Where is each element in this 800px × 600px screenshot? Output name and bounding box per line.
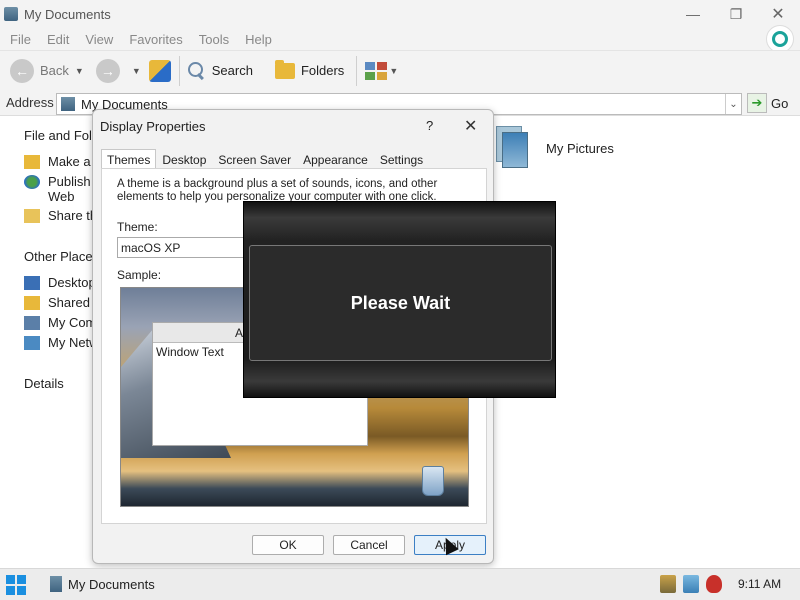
- place-my-network[interactable]: My Netw: [24, 335, 99, 350]
- network-tray-icon[interactable]: [660, 575, 676, 593]
- place-my-computer[interactable]: My Com: [24, 315, 96, 330]
- menu-tools[interactable]: Tools: [191, 32, 237, 47]
- place-desktop[interactable]: Desktop: [24, 275, 96, 290]
- place-label: Shared: [48, 295, 90, 310]
- network-icon: [24, 336, 40, 350]
- please-wait-overlay: Please Wait: [243, 201, 556, 398]
- chevron-down-icon: ▼: [389, 65, 399, 76]
- clock[interactable]: 9:11 AM: [738, 577, 781, 591]
- taskbar: My Documents 9:11 AM: [0, 568, 800, 600]
- chevron-down-icon[interactable]: ▼: [132, 66, 141, 76]
- folder-icon: [24, 296, 40, 310]
- search-label: Search: [211, 63, 253, 78]
- tab-themes[interactable]: Themes: [101, 149, 157, 169]
- forward-button[interactable]: → ▼: [92, 55, 145, 87]
- task-publish-web[interactable]: Publish Web: [24, 174, 91, 204]
- place-shared[interactable]: Shared: [24, 295, 90, 310]
- share-folder-icon: [24, 209, 40, 223]
- menu-help[interactable]: Help: [237, 32, 280, 47]
- please-wait-panel: Please Wait: [249, 245, 552, 361]
- title-bar: My Documents — ❐ ✕: [0, 0, 800, 28]
- go-button[interactable]: ➔ Go: [747, 93, 788, 113]
- restore-button[interactable]: ❐: [714, 0, 758, 28]
- start-button[interactable]: [6, 575, 26, 595]
- address-label: Address: [6, 95, 54, 110]
- search-button[interactable]: Search: [184, 55, 257, 87]
- task-share[interactable]: Share th: [24, 208, 97, 223]
- details-title: Details: [24, 376, 64, 391]
- toolbar-separator: [178, 55, 180, 86]
- file-folder-tasks-title: File and Fold: [24, 128, 100, 143]
- close-button[interactable]: ✕: [756, 0, 800, 28]
- back-label: Back: [40, 63, 69, 78]
- go-label: Go: [771, 95, 789, 111]
- folders-button[interactable]: Folders: [271, 55, 348, 87]
- task-pane: File and Fold Make a n Publish Web Share…: [0, 116, 101, 568]
- chevron-down-icon[interactable]: ▼: [75, 66, 84, 76]
- menu-bar: File Edit View Favorites Tools Help: [0, 25, 800, 53]
- taskbar-item-label: My Documents: [68, 576, 155, 592]
- up-folder-icon: [148, 59, 171, 82]
- menu-file[interactable]: File: [2, 32, 39, 47]
- menu-favorites[interactable]: Favorites: [121, 32, 190, 47]
- dialog-close-button[interactable]: ✕: [464, 116, 477, 136]
- place-label: My Netw: [48, 335, 99, 350]
- views-icon: [365, 61, 388, 80]
- system-tray: [660, 575, 729, 593]
- views-button[interactable]: ▼: [361, 55, 402, 87]
- place-label: Desktop: [48, 275, 96, 290]
- go-arrow-icon: ➔: [747, 93, 767, 113]
- window-title: My Documents: [24, 6, 111, 22]
- ok-button[interactable]: OK: [252, 535, 324, 555]
- new-folder-icon: [24, 155, 40, 169]
- tab-appearance[interactable]: Appearance: [297, 149, 374, 169]
- windows-logo-icon: [766, 25, 794, 53]
- task-make-folder[interactable]: Make a n: [24, 154, 101, 169]
- safely-remove-icon[interactable]: [683, 575, 699, 593]
- task-label: Publish Web: [48, 174, 91, 204]
- folder-icon: [274, 59, 295, 79]
- folder-app-icon: [4, 7, 18, 21]
- tab-strip: Themes Desktop Screen Saver Appearance S…: [101, 149, 429, 169]
- sample-label: Sample:: [117, 268, 162, 282]
- help-button[interactable]: ?: [426, 118, 433, 133]
- my-pictures-item[interactable]: My Pictures: [496, 126, 614, 170]
- other-places-title: Other Places: [24, 249, 100, 264]
- back-arrow-icon: ←: [10, 58, 34, 83]
- item-label: My Pictures: [546, 140, 614, 156]
- search-icon: [187, 61, 206, 80]
- folder-icon: [50, 576, 62, 592]
- desktop-icon: [24, 276, 40, 290]
- tab-desktop[interactable]: Desktop: [156, 149, 212, 169]
- back-button[interactable]: ← Back ▼: [6, 55, 88, 87]
- taskbar-item-my-documents[interactable]: My Documents: [50, 576, 155, 592]
- folders-label: Folders: [300, 63, 345, 78]
- task-label: Share th: [48, 208, 98, 223]
- pictures-folder-icon: [496, 126, 530, 170]
- folder-icon: [61, 97, 75, 111]
- toolbar: ← Back ▼ → ▼ Search Folders ▼: [0, 50, 800, 90]
- dialog-title: Display Properties: [100, 119, 206, 134]
- theme-label: Theme:: [117, 220, 158, 234]
- minimize-button[interactable]: —: [671, 0, 715, 28]
- globe-icon: [24, 175, 40, 189]
- forward-arrow-icon: →: [95, 58, 120, 83]
- place-label: My Com: [48, 315, 97, 330]
- up-folder-button[interactable]: [145, 55, 175, 87]
- menu-view[interactable]: View: [77, 32, 121, 47]
- toolbar-separator: [356, 55, 358, 86]
- tab-screen-saver[interactable]: Screen Saver: [212, 149, 297, 169]
- please-wait-text: Please Wait: [350, 292, 451, 313]
- chevron-down-icon[interactable]: ⌄: [725, 94, 741, 114]
- cancel-button[interactable]: Cancel: [333, 535, 405, 555]
- menu-edit[interactable]: Edit: [39, 32, 77, 47]
- security-shield-icon[interactable]: [706, 575, 722, 593]
- recycle-bin-icon: [422, 466, 444, 496]
- computer-icon: [24, 316, 40, 330]
- tab-settings[interactable]: Settings: [374, 149, 429, 169]
